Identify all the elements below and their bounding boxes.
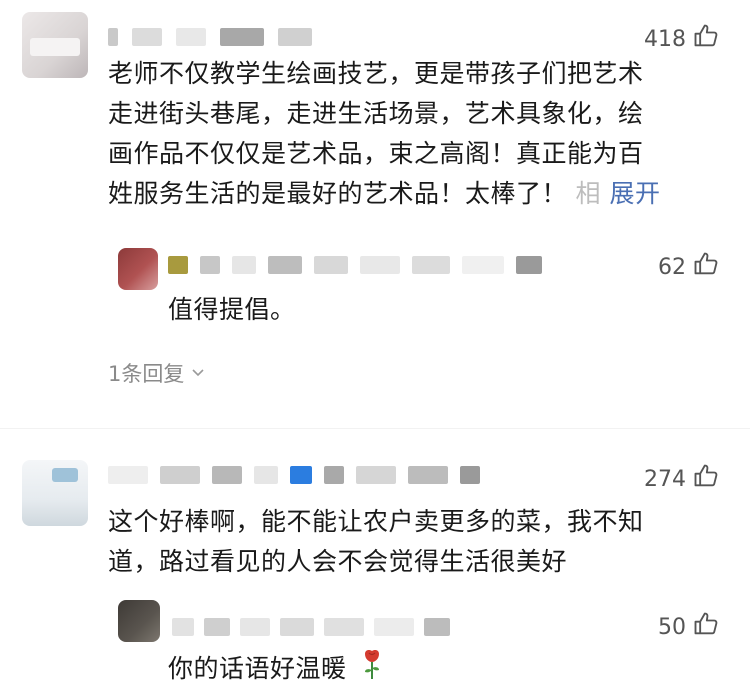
comment-line: 走进街头巷尾，走进生活场景，艺术具象化，绘	[108, 99, 644, 128]
avatar[interactable]	[22, 12, 88, 78]
thumbs-up-icon	[692, 610, 720, 644]
comment-line: 老师不仅教学生绘画技艺，更是带孩子们把艺术	[108, 59, 644, 88]
thumbs-up-icon	[692, 22, 720, 56]
rose-icon	[361, 648, 383, 692]
username-redacted[interactable]	[108, 464, 480, 486]
truncated-text: 相	[575, 179, 601, 208]
like-button[interactable]: 418	[644, 22, 720, 56]
avatar[interactable]	[118, 248, 158, 290]
like-button[interactable]: 274	[644, 462, 720, 496]
replies-count-label: 1条回复	[108, 362, 185, 386]
reply-body: 值得提倡。	[168, 295, 296, 324]
username-redacted[interactable]	[168, 254, 542, 276]
divider	[0, 428, 750, 429]
reply-text: 你的话语好温暖	[168, 654, 347, 683]
like-count: 274	[644, 466, 686, 492]
comment-line: 道，路过看见的人会不会觉得生活很美好	[108, 547, 568, 576]
username-redacted[interactable]	[108, 26, 312, 48]
comment-body: 这个好棒啊，能不能让农户卖更多的菜，我不知 道，路过看见的人会不会觉得生活很美好	[108, 502, 644, 582]
avatar[interactable]	[22, 460, 88, 526]
comment-line: 画作品不仅仅是艺术品，束之高阁！真正能为百	[108, 139, 644, 168]
like-count: 418	[644, 26, 686, 52]
chevron-down-icon	[190, 361, 206, 385]
like-count: 62	[658, 254, 686, 280]
view-replies-button[interactable]: 1条回复	[108, 358, 206, 388]
like-count: 50	[658, 614, 686, 640]
like-button[interactable]: 50	[658, 610, 720, 644]
username-redacted[interactable]	[172, 616, 450, 638]
reply-body: 你的话语好温暖	[168, 648, 383, 692]
comment-line: 姓服务生活的是最好的艺术品！太棒了！	[108, 179, 568, 208]
comment-body: 老师不仅教学生绘画技艺，更是带孩子们把艺术 走进街头巷尾，走进生活场景，艺术具象…	[108, 54, 660, 214]
like-button[interactable]: 62	[658, 250, 720, 284]
avatar[interactable]	[118, 600, 160, 642]
expand-link[interactable]: 展开	[609, 179, 660, 208]
thumbs-up-icon	[692, 462, 720, 496]
comment-line: 这个好棒啊，能不能让农户卖更多的菜，我不知	[108, 507, 644, 536]
thumbs-up-icon	[692, 250, 720, 284]
